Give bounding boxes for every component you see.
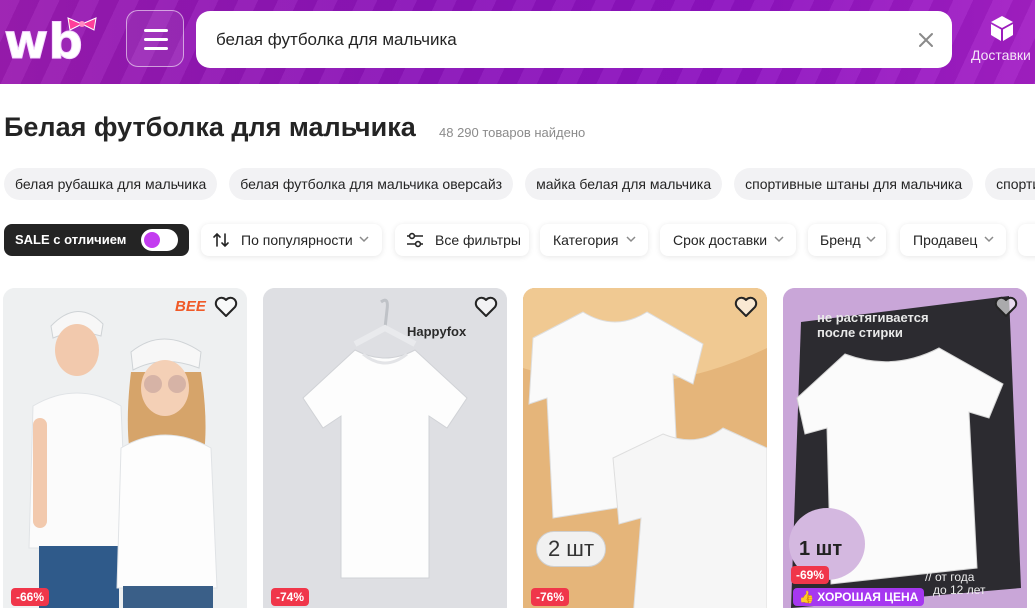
sort-label: По популярности — [241, 232, 353, 248]
chevron-down-icon — [866, 236, 876, 243]
deliveries-button[interactable]: Доставки — [966, 12, 1035, 72]
results-count: 48 290 товаров найдено — [439, 125, 586, 140]
brand-dropdown[interactable]: Бренд — [808, 224, 886, 256]
discount-badge: -66% — [11, 588, 50, 606]
good-price-badge: 👍 ХОРОШАЯ ЦЕНА — [793, 588, 925, 606]
product-image — [3, 288, 247, 608]
filter-bar: SALE с отличием По популярности Все филь… — [4, 224, 1035, 256]
sale-label: SALE с отличием — [15, 232, 127, 247]
suggestion-chip[interactable]: белая рубашка для мальчика — [4, 168, 218, 200]
sale-toggle-button[interactable]: SALE с отличием — [4, 224, 189, 256]
sort-dropdown[interactable]: По популярности — [201, 224, 382, 256]
product-card[interactable]: BEE -66% — [3, 288, 247, 608]
favorite-heart-icon[interactable] — [993, 295, 1019, 319]
search-bar — [196, 11, 952, 68]
suggestion-chip[interactable]: спортив — [985, 168, 1035, 200]
brand-mark: BEE — [175, 298, 206, 315]
product-card[interactable]: 2 шт -76% — [523, 288, 767, 608]
filters-icon — [407, 232, 423, 248]
category-label: Категория — [553, 232, 619, 248]
brand-label: Бренд — [820, 232, 861, 248]
product-card[interactable]: Happyfox -74% — [263, 288, 507, 608]
promo-text: не растягивается — [817, 310, 929, 325]
delivery-time-label: Срок доставки — [673, 232, 768, 248]
thumbs-up-icon: 👍 — [799, 590, 814, 604]
seller-dropdown[interactable]: Продавец — [900, 224, 1006, 256]
brand-mark: Happyfox — [407, 324, 467, 339]
discount-badge: -74% — [271, 588, 310, 606]
top-header: wb Доставки — [0, 0, 1035, 84]
all-filters-button[interactable]: Все фильтры — [395, 224, 529, 256]
promo-text: после стирки — [817, 325, 903, 340]
delivery-time-dropdown[interactable]: Срок доставки — [660, 224, 796, 256]
sale-toggle[interactable] — [141, 229, 178, 251]
suggestion-chip[interactable]: белая футболка для мальчика оверсайз — [229, 168, 514, 200]
product-image — [263, 288, 507, 608]
age-text: // от года — [925, 570, 975, 584]
suggestion-chip[interactable]: майка белая для мальчика — [525, 168, 723, 200]
toggle-knob — [144, 232, 160, 248]
chevron-down-icon — [774, 236, 784, 243]
pack-size-label: 1 шт — [799, 538, 843, 560]
product-card[interactable]: не растягивается после стирки 1 шт // от… — [783, 288, 1027, 608]
sort-icon — [213, 232, 229, 248]
chevron-down-icon — [359, 236, 369, 243]
age-text: до 12 лет — [933, 583, 986, 597]
suggestion-chip[interactable]: спортивные штаны для мальчика — [734, 168, 974, 200]
category-dropdown[interactable]: Категория — [540, 224, 648, 256]
seller-label: Продавец — [913, 232, 978, 248]
all-filters-label: Все фильтры — [435, 232, 521, 248]
discount-badge: -69% — [791, 566, 830, 584]
favorite-heart-icon[interactable] — [213, 295, 239, 319]
favorite-heart-icon[interactable] — [473, 295, 499, 319]
pack-size-label: 2 шт — [536, 531, 606, 567]
catalog-menu-button[interactable] — [126, 10, 184, 67]
good-price-label: ХОРОШАЯ ЦЕНА — [817, 590, 919, 604]
page-title: Белая футболка для мальчика — [4, 112, 416, 142]
suggestion-chips: белая рубашка для мальчика белая футболк… — [4, 168, 1035, 200]
chevron-down-icon — [984, 236, 994, 243]
clear-search-icon[interactable] — [914, 28, 938, 52]
search-input[interactable] — [216, 11, 896, 68]
chevron-down-icon — [626, 236, 636, 243]
box-icon — [991, 16, 1013, 41]
more-filters-dropdown[interactable] — [1018, 224, 1035, 256]
favorite-heart-icon[interactable] — [733, 295, 759, 319]
deliveries-label: Доставки — [971, 47, 1031, 63]
wildberries-logo[interactable]: wb — [2, 12, 110, 71]
discount-badge: -76% — [531, 588, 570, 606]
